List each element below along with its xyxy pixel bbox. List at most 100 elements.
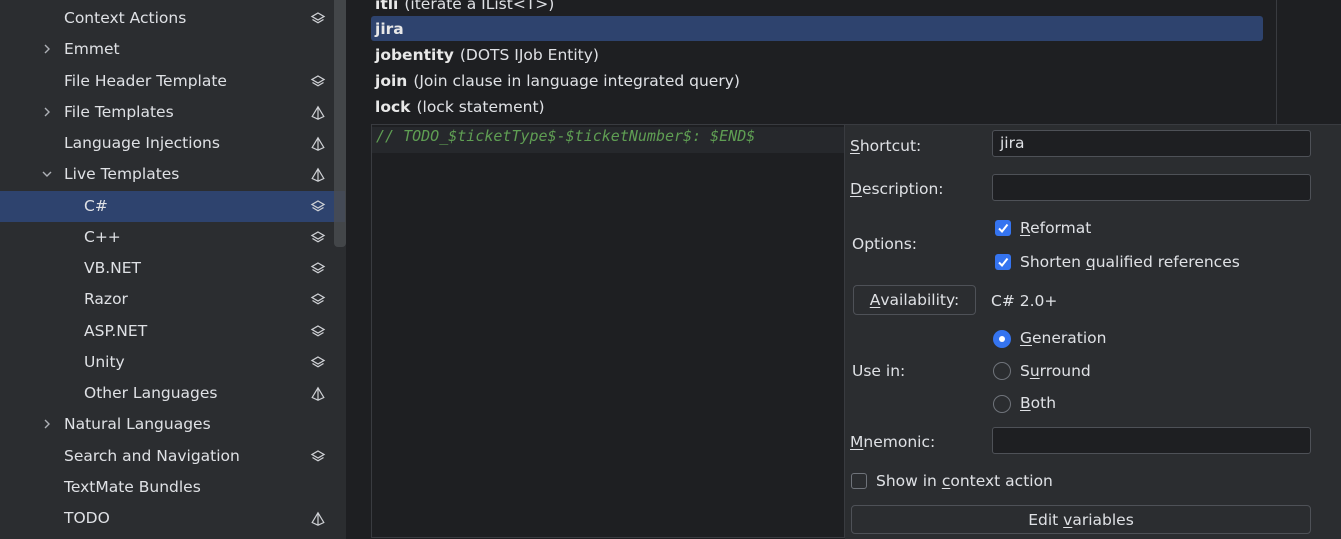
description-mnemonic: D [850,180,862,198]
reformat-checkbox[interactable] [995,220,1011,236]
options-label: Options: [852,235,918,253]
template-text-editor[interactable]: // TODO_$ticketType$-$ticketNumber$: $EN… [371,125,845,538]
tree-item-language-injections[interactable]: Language Injections [0,128,345,159]
description-label: Description: [850,180,944,198]
tree-item-emmet[interactable]: Emmet [0,34,345,65]
checkmark-icon [998,223,1009,234]
shortcut-mnemonic: S [850,137,860,155]
chevron-right-icon[interactable] [40,42,54,56]
layers-icon [310,324,326,340]
reformat-mnemonic: R [1020,219,1031,237]
tree-item-c#[interactable]: C# [0,190,345,222]
template-abbreviation: jobentity [375,46,454,64]
tree-item-label: Other Languages [84,384,218,402]
tree-item-asp-net[interactable]: ASP.NET [0,316,345,347]
template-item-lock[interactable]: lock (lock statement) [371,94,1263,120]
edit-variables-button[interactable]: Edit v ariables [851,505,1311,534]
generation-label[interactable]: Generation [1020,329,1106,347]
layers-icon [310,292,326,308]
surround-label[interactable]: Surround [1020,362,1091,380]
edit-variables-part2: ariables [1072,510,1134,529]
tree-item-context-actions[interactable]: Context Actions [0,3,345,34]
availability-button-text: vailability: [880,291,960,309]
mnemonic-label: Mnemonic: [850,433,935,451]
surround-label-part2: rround [1039,362,1091,380]
template-item-itli[interactable]: itli (iterate a IList<T>) [371,0,1263,17]
tree-scrollbar[interactable] [334,0,346,247]
show-in-context-action-checkbox[interactable] [851,473,867,489]
shorten-label-part2: ualified references [1095,253,1240,271]
chevron-right-icon[interactable] [40,417,54,431]
mnemonic-mnemonic: M [850,433,864,451]
both-radio[interactable] [993,395,1011,413]
template-description: (Join clause in language integrated quer… [413,72,740,90]
chevron-down-icon[interactable] [40,167,54,181]
pyramid-icon [310,511,326,527]
pyramid-icon [310,386,326,402]
tree-item-todo[interactable]: TODO [0,503,345,534]
tree-item-natural-languages[interactable]: Natural Languages [0,409,345,440]
surround-mnemonic: u [1029,362,1040,380]
template-description: (DOTS IJob Entity) [459,46,599,64]
show-in-context-action-label[interactable]: Show in context action [876,472,1053,490]
tree-item-label: ASP.NET [84,321,148,340]
tree-item-label: VB.NET [84,259,142,277]
generation-radio[interactable] [993,330,1011,348]
shorten-references-checkbox[interactable] [995,254,1011,270]
description-input[interactable] [992,174,1311,201]
generation-mnemonic: G [1020,329,1033,347]
tree-item-label: Language Injections [64,134,220,152]
shortcut-input[interactable]: jira [992,130,1311,157]
layers-icon [310,261,326,277]
template-description: (iterate a IList<T>) [404,0,555,13]
template-text[interactable]: // TODO_$ticketType$-$ticketNumber$: $EN… [376,127,755,145]
generation-label-text: eneration [1032,329,1107,347]
tree-item-label: TODO [64,509,110,527]
tree-item-live-templates[interactable]: Live Templates [0,159,345,190]
tree-item-label: Search and Navigation [64,446,240,465]
shorten-label-part1: Shorten [1020,253,1086,271]
availability-value: C# 2.0+ [991,292,1058,310]
template-item-jobentity[interactable]: jobentity (DOTS IJob Entity) [371,42,1263,68]
tree-item-label: C# [84,196,108,215]
pyramid-icon [310,167,326,183]
template-description: (lock statement) [416,98,545,116]
tree-item-file-header-template[interactable]: File Header Template [0,66,345,97]
both-label-text: oth [1030,394,1057,412]
layers-icon [310,355,326,371]
shortcut-label-text: hortcut: [859,137,922,155]
tree-item-label: TextMate Bundles [64,477,201,496]
template-item-join[interactable]: join (Join clause in language integrated … [371,68,1263,94]
both-label[interactable]: Both [1020,394,1056,412]
layers-icon [310,74,326,90]
template-properties: Shortcut: jira Description: Options: Ref… [845,125,1341,539]
surround-radio[interactable] [993,362,1011,380]
tree-item-c++[interactable]: C++ [0,222,345,253]
shorten-references-label[interactable]: Shorten qualified references [1020,253,1240,271]
checkmark-icon [998,257,1009,268]
tree-item-label: Natural Languages [64,415,211,434]
tree-item-other-languages[interactable]: Other Languages [0,378,345,409]
reformat-label[interactable]: Reformat [1020,219,1091,237]
tree-item-label: Razor [84,290,128,309]
availability-button[interactable]: Availability: [853,285,976,315]
tree-item-razor[interactable]: Razor [0,284,345,315]
availability-mnemonic: A [869,291,881,309]
description-label-text: escription: [861,180,944,198]
tree-item-file-templates[interactable]: File Templates [0,97,345,128]
tree-item-label: Emmet [64,40,120,59]
context-label-part1: Show in [876,472,942,490]
layers-icon [310,230,326,246]
tree-item-unity[interactable]: Unity [0,347,345,378]
tree-item-label: Live Templates [64,165,180,184]
template-item-jira[interactable]: jira [371,16,1263,41]
tree-item-search-and-navigation[interactable]: Search and Navigation [0,441,345,472]
tree-item-vb-net[interactable]: VB.NET [0,253,345,284]
mnemonic-input[interactable] [992,427,1311,454]
template-abbreviation: itli [375,0,399,13]
layers-icon [310,449,326,465]
tree-item-textmate-bundles[interactable]: TextMate Bundles [0,472,345,503]
tree-item-label: File Templates [64,102,174,121]
chevron-right-icon[interactable] [40,105,54,119]
template-abbreviation: lock [375,98,411,116]
